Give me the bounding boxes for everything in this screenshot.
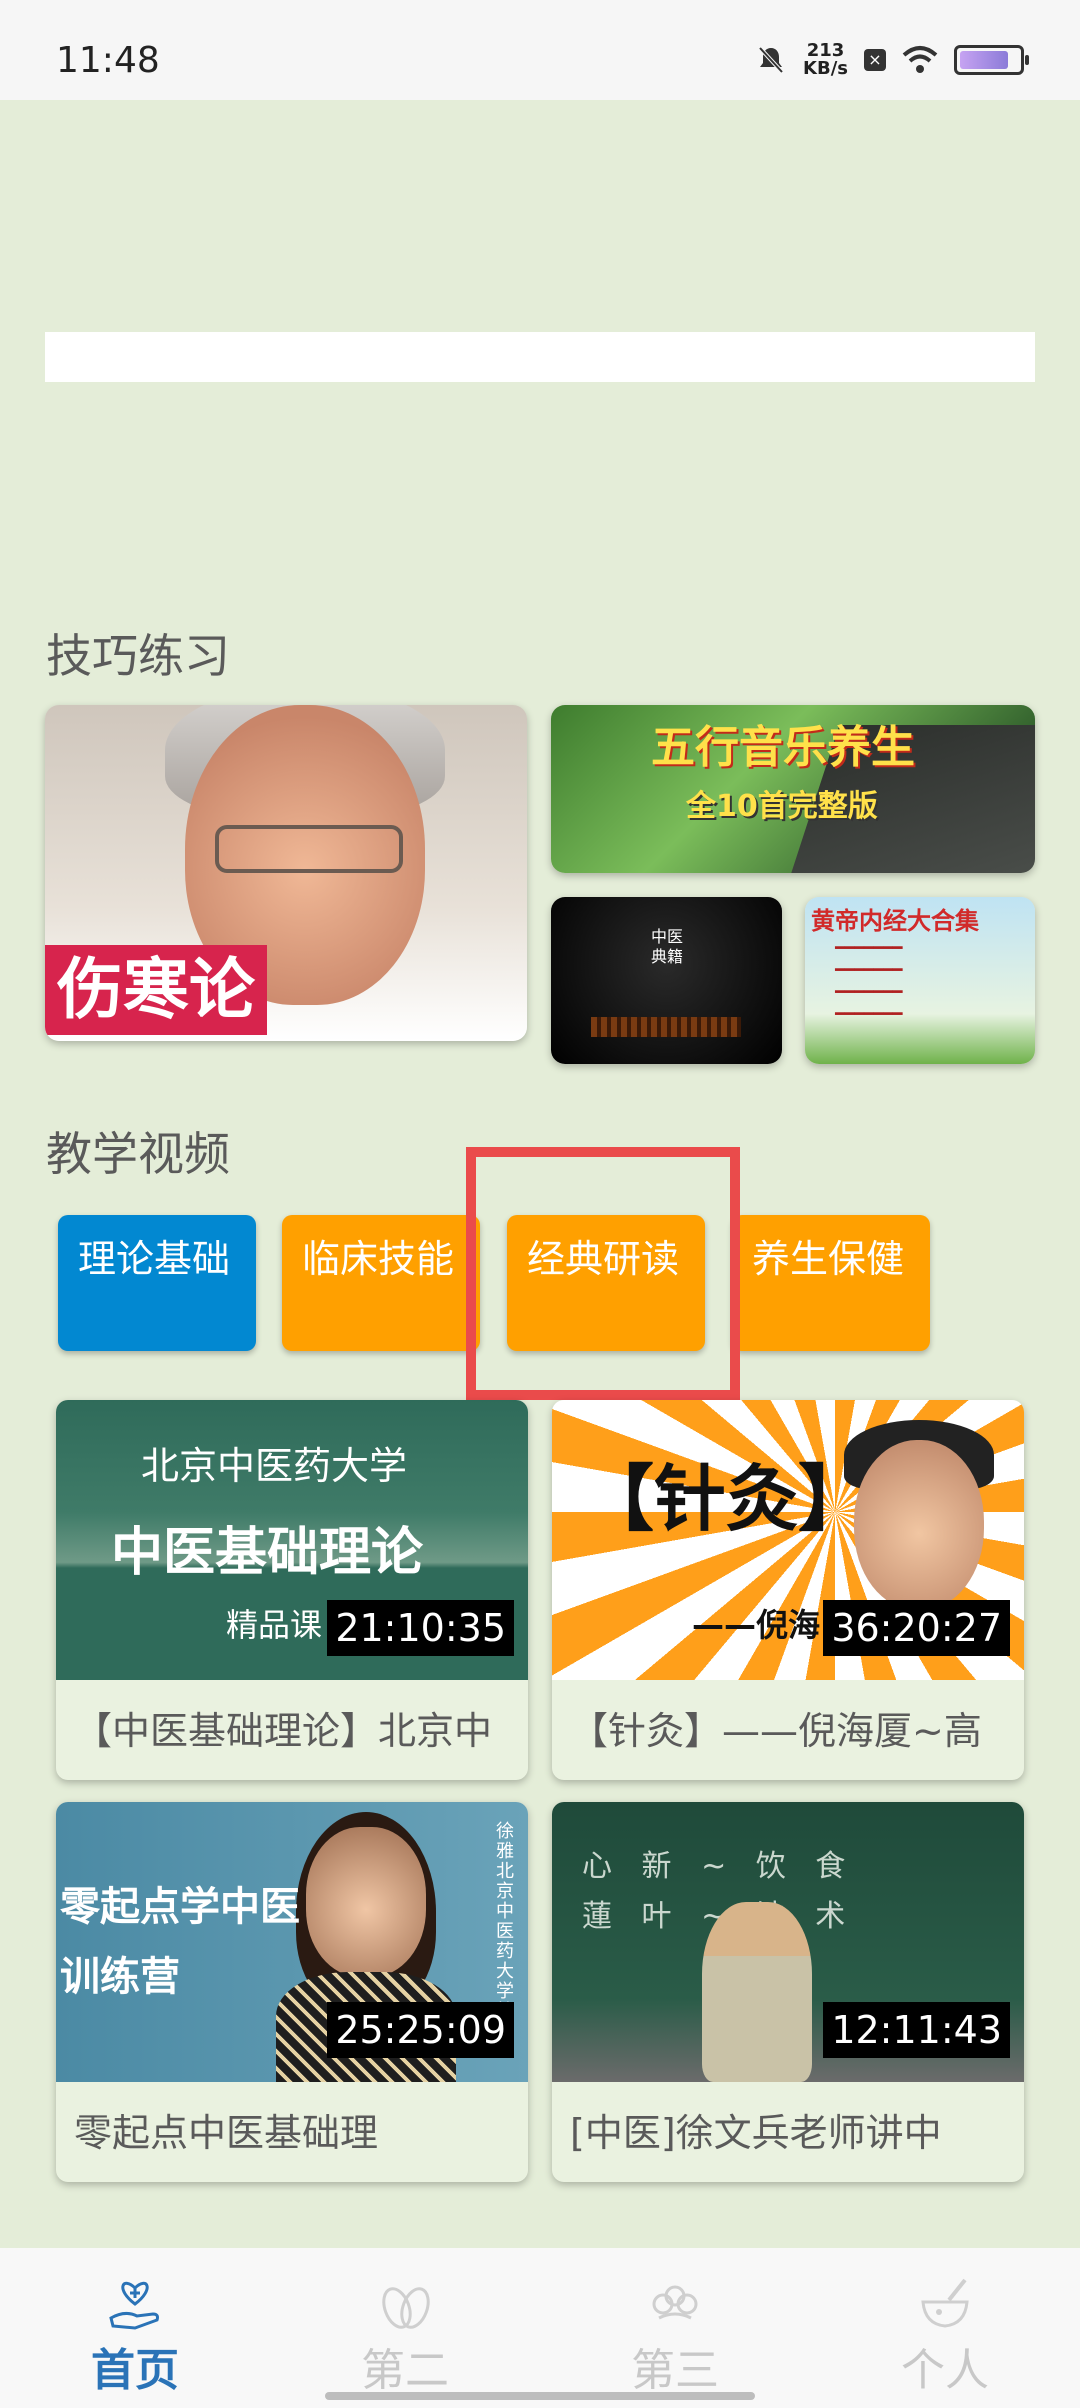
video-title: [中医]徐文兵老师讲中 — [570, 2111, 942, 2155]
featured-book-tile[interactable]: 黄帝内经大合集 ━━━━━━━ ━━━━━━━ ━━━━━━━ ━━━━━━━ — [805, 897, 1035, 1064]
section-title-skills: 技巧练习 — [46, 629, 230, 683]
book-title: 黄帝内经大合集 — [811, 907, 979, 935]
nav-item-home[interactable]: 首页 — [0, 2248, 270, 2408]
thumb-line: 训练营 — [60, 1954, 180, 2000]
status-bar: 11:48 213 KB/s × — [0, 0, 1080, 100]
thumb-text: 北京中医药大学 — [141, 1444, 408, 1488]
video-card[interactable]: 【针灸】 ——倪海 36:20:27 【针灸】——倪海厦~高 — [552, 1400, 1024, 1780]
video-thumbnail: 北京中医药大学 中医基础理论 精品课 21:10:35 — [56, 1400, 528, 1680]
battery-icon — [954, 45, 1029, 75]
category-clinical-button[interactable]: 临床技能 — [282, 1215, 480, 1351]
highlight-box — [466, 1147, 740, 1400]
video-card[interactable]: 北京中医药大学 中医基础理论 精品课 21:10:35 【中医基础理论】北京中 — [56, 1400, 528, 1780]
leaves-icon — [382, 2287, 430, 2329]
video-title: 零起点中医基础理 — [74, 2111, 379, 2155]
heart-hand-icon — [109, 2281, 159, 2330]
bell-off-icon — [758, 46, 784, 74]
wifi-icon — [902, 46, 938, 73]
dark-tile-stage — [591, 1017, 741, 1037]
dark-tile-art: 中医典籍 — [651, 927, 684, 966]
nav-item-third[interactable]: 第三 — [540, 2248, 810, 2408]
thumb-line: 零起点学中医 — [60, 1884, 300, 1930]
category-health-button[interactable]: 养生保健 — [732, 1215, 930, 1351]
nav-item-profile[interactable]: 个人 — [810, 2248, 1080, 2408]
portrait-caption: 伤寒论 — [45, 945, 267, 1035]
status-time: 11:48 — [56, 40, 160, 81]
lecturer-figure — [702, 1902, 812, 2082]
category-theory-button[interactable]: 理论基础 — [58, 1215, 256, 1351]
thumb-face — [306, 1827, 426, 1977]
thumb-text: 精品课 — [226, 1606, 323, 1644]
video-thumbnail: 【针灸】 ——倪海 36:20:27 — [552, 1400, 1024, 1680]
video-title: 【针灸】——倪海厦~高 — [570, 1709, 982, 1753]
video-duration: 36:20:27 — [823, 1600, 1010, 1656]
video-card[interactable]: 心 新 ~ 饮 食蓮 叶 ~ 法 术 12:11:43 [中医]徐文兵老师讲中 — [552, 1802, 1024, 2182]
network-speed: 213 KB/s — [803, 42, 848, 78]
banner-bar[interactable] — [45, 332, 1035, 382]
music-subtitle: 全10首完整版 — [686, 789, 878, 824]
video-duration: 25:25:09 — [327, 2002, 514, 2058]
featured-music-tile[interactable]: 五行音乐养生 全10首完整版 — [551, 705, 1035, 873]
nav-item-second[interactable]: 第二 — [270, 2248, 540, 2408]
flower-icon — [652, 2285, 698, 2320]
bottom-nav: 首页 第二 第三 个人 — [0, 2248, 1080, 2408]
featured-portrait-tile[interactable]: 伤寒论 — [45, 705, 527, 1041]
thumb-face — [854, 1440, 984, 1610]
thumb-text: ——倪海 — [692, 1606, 821, 1644]
close-box-icon: × — [864, 49, 886, 71]
book-lines-art: ━━━━━━━ ━━━━━━━ ━━━━━━━ ━━━━━━━ — [835, 938, 903, 1023]
nav-label-third: 第三 — [631, 2345, 719, 2396]
nav-label-home: 首页 — [91, 2345, 179, 2396]
video-duration: 21:10:35 — [327, 1600, 514, 1656]
portrait-glasses — [215, 825, 403, 873]
thumb-text: 【针灸】 — [582, 1457, 871, 1541]
video-duration: 12:11:43 — [823, 2002, 1010, 2058]
music-title: 五行音乐养生 — [651, 722, 915, 773]
thumb-text: 零起点学中医 训练营 — [60, 1872, 300, 2012]
mortar-icon — [921, 2278, 969, 2328]
speed-unit: KB/s — [803, 58, 848, 79]
video-title: 【中医基础理论】北京中 — [74, 1709, 493, 1753]
thumb-text: 中医基础理论 — [111, 1523, 424, 1583]
home-indicator[interactable] — [325, 2392, 755, 2400]
video-thumbnail: 心 新 ~ 饮 食蓮 叶 ~ 法 术 12:11:43 — [552, 1802, 1024, 2082]
video-thumbnail: 零起点学中医 训练营 徐雅 北京中医药大学教授 25:25:09 — [56, 1802, 528, 2082]
nav-label-profile: 个人 — [901, 2345, 989, 2396]
status-icons: 213 KB/s × — [755, 36, 1029, 84]
nav-label-second: 第二 — [361, 2345, 449, 2396]
section-title-teaching: 教学视频 — [46, 1127, 230, 1181]
featured-dark-tile[interactable]: 中医典籍 — [551, 897, 782, 1064]
video-card[interactable]: 零起点学中医 训练营 徐雅 北京中医药大学教授 25:25:09 零起点中医基础… — [56, 1802, 528, 2182]
